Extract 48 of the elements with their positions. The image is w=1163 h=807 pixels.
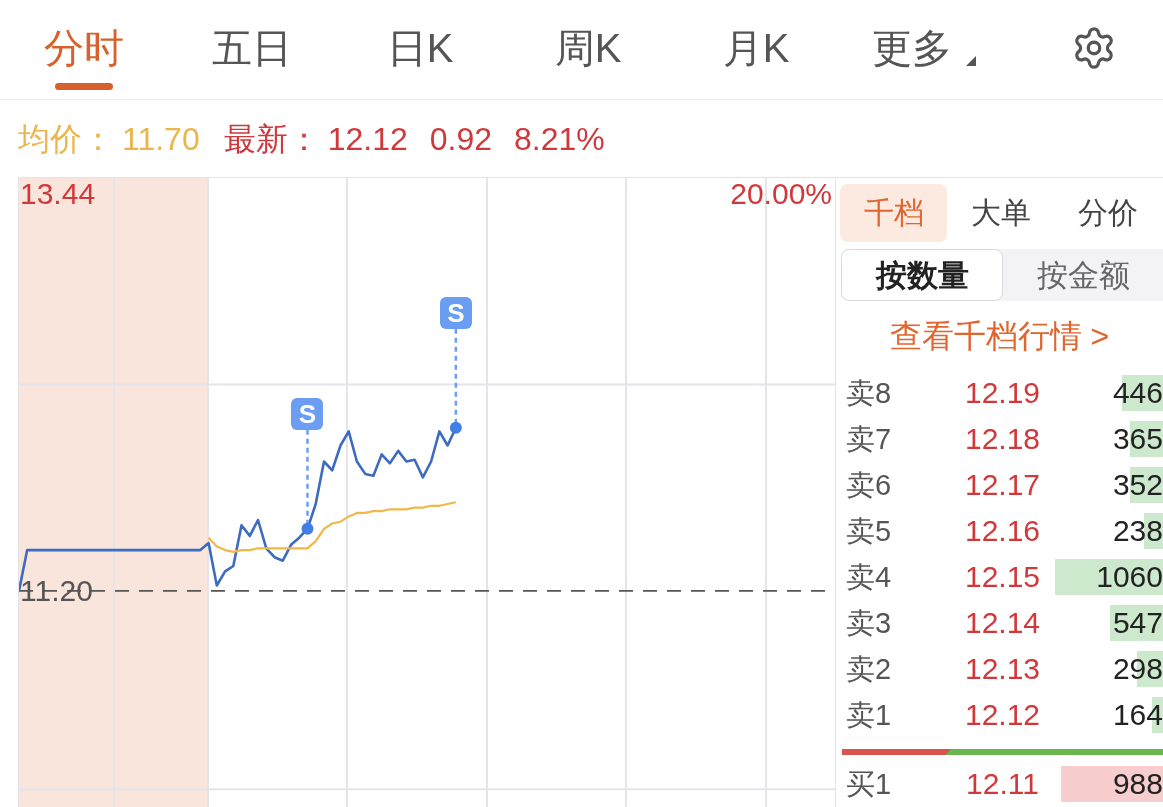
avg-price-value: 11.70: [122, 122, 200, 155]
order-price: 12.11: [965, 769, 1040, 799]
chart-tab[interactable]: 月K: [672, 0, 840, 99]
mode-toggle[interactable]: 按金额: [1003, 249, 1163, 301]
chart-tab[interactable]: 更多: [840, 0, 1008, 99]
mode-toggle[interactable]: 按数量: [841, 249, 1003, 301]
level-label: 卖3: [845, 608, 893, 638]
chart-tab[interactable]: 五日: [168, 0, 336, 99]
order-volume: 365: [1112, 424, 1163, 454]
order-price: 12.17: [963, 470, 1042, 500]
signal-marker: S: [291, 397, 324, 430]
chart-tab[interactable]: 日K: [336, 0, 504, 99]
panel-tab[interactable]: 分价: [1054, 184, 1161, 242]
level-label: 卖8: [845, 378, 893, 408]
signal-marker: S: [439, 296, 472, 329]
chart-tab[interactable]: 分时: [0, 0, 168, 99]
order-volume: 547: [1112, 608, 1163, 638]
order-price: 12.14: [963, 608, 1042, 638]
order-price: 12.19: [963, 378, 1042, 408]
order-volume: 446: [1112, 378, 1163, 408]
last-price-label: 最新：: [223, 122, 320, 155]
price-change: 0.92: [429, 122, 493, 155]
price-axis-label: 11.20: [20, 574, 93, 607]
order-price: 12.16: [963, 516, 1042, 546]
order-price: 12.18: [963, 424, 1042, 454]
level-label: 卖5: [845, 516, 893, 546]
percent-axis-label: 20.00%: [730, 178, 832, 210]
order-price: 12.12: [963, 700, 1042, 730]
level-label: 卖4: [845, 562, 893, 592]
level-label: 买1: [845, 769, 893, 799]
order-volume: 238: [1112, 516, 1163, 546]
price-axis-label: 13.44: [20, 178, 96, 210]
avg-price-label: 均价：: [18, 122, 114, 155]
last-price-value: 12.12: [327, 122, 408, 155]
order-volume: 164: [1112, 700, 1163, 730]
order-volume: 352: [1112, 470, 1163, 500]
order-volume: 1060: [1096, 562, 1163, 592]
level-label: 卖7: [845, 424, 893, 454]
price-change-percent: 8.21%: [514, 122, 605, 155]
order-price: 12.15: [963, 562, 1042, 592]
order-volume: 298: [1112, 654, 1163, 684]
level-label: 卖2: [845, 654, 893, 684]
level-label: 卖6: [845, 470, 893, 500]
order-volume: 988: [1112, 769, 1163, 799]
level-label: 卖1: [845, 700, 893, 730]
chart-tab[interactable]: 周K: [504, 0, 672, 99]
panel-tab[interactable]: 大单: [947, 184, 1054, 242]
order-price: 12.13: [963, 654, 1042, 684]
